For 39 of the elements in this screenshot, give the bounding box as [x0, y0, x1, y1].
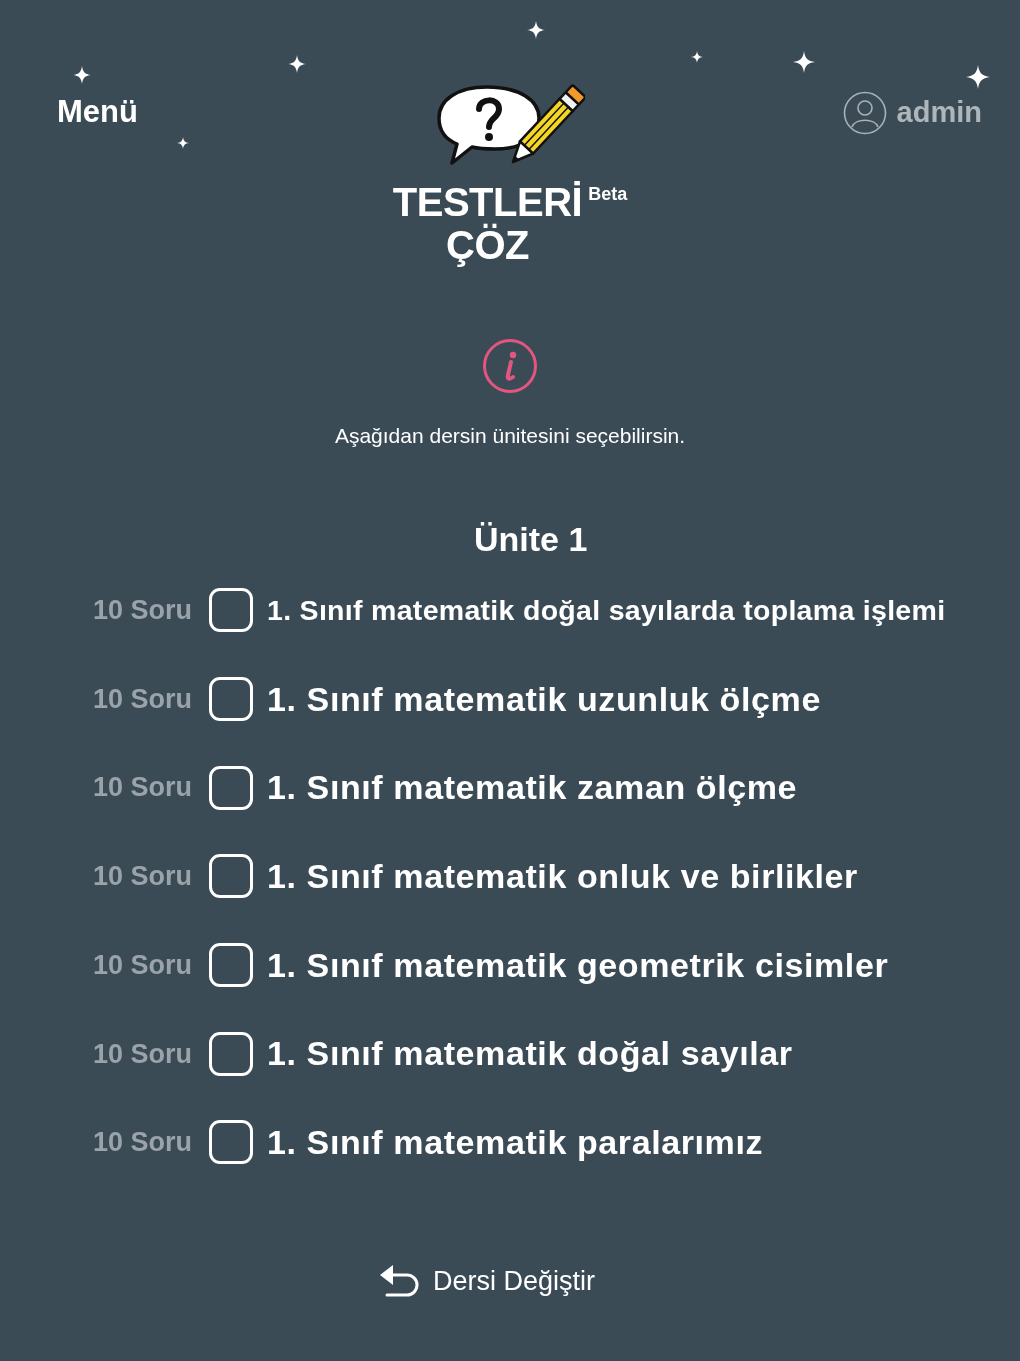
checkbox[interactable] — [209, 588, 253, 633]
sparkle-icon — [966, 65, 990, 89]
sparkle-icon — [691, 51, 703, 63]
topic-label[interactable]: 1. Sınıf matematik uzunluk ölçme — [267, 673, 821, 725]
question-count: 10 Soru — [93, 1126, 194, 1160]
checkbox[interactable] — [209, 765, 253, 810]
sparkle-icon — [177, 137, 189, 149]
checkbox[interactable] — [209, 854, 253, 899]
question-count: 10 Soru — [93, 860, 194, 894]
checkbox[interactable] — [209, 1120, 253, 1165]
question-count: 10 Soru — [93, 771, 194, 805]
checkbox[interactable] — [209, 1031, 253, 1076]
undo-icon — [379, 1262, 421, 1299]
unit-title: Ünite 1 — [474, 519, 588, 559]
sparkle-icon — [73, 66, 91, 84]
user-button[interactable]: admin — [842, 90, 982, 136]
checkbox[interactable] — [209, 677, 253, 722]
checkbox[interactable] — [209, 943, 253, 988]
sparkle-icon — [527, 21, 545, 39]
question-count: 10 Soru — [93, 594, 194, 628]
topic-label[interactable]: 1. Sınıf matematik doğal sayılarda toplama işlemi — [267, 588, 946, 632]
question-count: 10 Soru — [93, 1037, 194, 1071]
sparkle-icon — [288, 55, 306, 73]
menu-button[interactable]: Menü — [57, 94, 138, 130]
beta-label: Beta — [588, 184, 628, 204]
info-message: Aşağıdan dersin ünitesini seçebilirsin. — [334, 423, 686, 449]
topic-label[interactable]: 1. Sınıf matematik onluk ve birlikler — [267, 850, 858, 902]
question-count: 10 Soru — [93, 948, 194, 982]
user-icon — [842, 91, 887, 135]
change-course-button[interactable]: Dersi Değiştir — [379, 1262, 595, 1299]
topic-label[interactable]: 1. Sınıf matematik paralarımız — [267, 1116, 764, 1168]
topic-label[interactable]: 1. Sınıf matematik doğal sayılar — [267, 1028, 793, 1080]
logo-title: ÇÖZ — [446, 222, 529, 268]
topic-label[interactable]: 1. Sınıf matematik geometrik cisimler — [267, 939, 889, 991]
sparkle-icon — [793, 51, 815, 73]
logo-title: TESTLERİ — [392, 182, 583, 222]
question-count: 10 Soru — [93, 682, 194, 716]
info-icon — [482, 338, 538, 394]
topic-label[interactable]: 1. Sınıf matematik zaman ölçme — [267, 762, 798, 814]
